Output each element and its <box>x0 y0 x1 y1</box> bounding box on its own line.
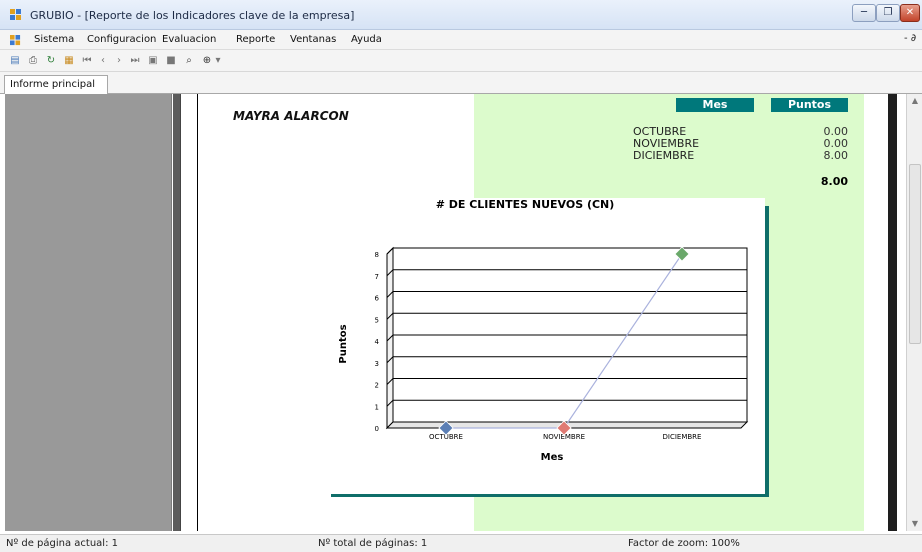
search-icon[interactable]: ⌕ <box>182 54 196 68</box>
chevron-down-icon[interactable]: ▾ <box>214 54 222 68</box>
refresh-icon[interactable]: ↻ <box>44 54 58 68</box>
tab-informe-principal[interactable]: Informe principal <box>4 75 108 94</box>
window-title: GRUBIO - [Reporte de los Indicadores cla… <box>30 9 355 22</box>
current-page-status: Nº de página actual: 1 <box>6 538 118 549</box>
chart-shadow <box>765 206 769 497</box>
report-window: GRUBIO - [Reporte de los Indicadores cla… <box>0 0 922 552</box>
y-tick-label: 3 <box>375 360 379 368</box>
x-tick-label: DICIEMBRE <box>663 433 702 441</box>
mdi-child-icon[interactable] <box>10 35 21 46</box>
menu-reporte[interactable]: Reporte <box>236 34 275 45</box>
y-tick-label: 0 <box>375 425 379 433</box>
chart-title: # DE CLIENTES NUEVOS (CN) <box>436 198 615 211</box>
menu-ayuda[interactable]: Ayuda <box>351 34 382 45</box>
menu-configuracion[interactable]: Configuracion <box>87 34 156 45</box>
next-page-icon[interactable]: › <box>112 54 126 68</box>
y-tick-label: 5 <box>375 316 379 324</box>
group-tree-pane <box>5 94 172 531</box>
page-border-line <box>197 94 198 531</box>
menu-bar: Sistema Configuracion Evaluacion Reporte… <box>0 30 922 50</box>
title-bar[interactable]: GRUBIO - [Reporte de los Indicadores cla… <box>0 0 922 30</box>
close-icon: ✕ <box>905 7 915 18</box>
restore-button[interactable]: ❐ <box>876 4 900 22</box>
y-tick-label: 7 <box>375 273 379 281</box>
x-axis-label: Mes <box>541 452 564 463</box>
y-tick-label: 6 <box>375 295 380 303</box>
tab-strip: Informe principal <box>0 72 922 94</box>
y-tick-label: 8 <box>375 251 379 259</box>
y-tick-label: 1 <box>375 403 379 411</box>
close-button[interactable]: ✕ <box>900 4 920 22</box>
first-page-icon[interactable]: ⏮ <box>80 54 94 68</box>
month-column-header: Mes <box>676 98 754 112</box>
page-right-edge <box>888 94 897 531</box>
stop-icon[interactable]: ■ <box>164 54 178 68</box>
vertical-scrollbar[interactable]: ▲ ▼ <box>906 94 922 531</box>
y-axis-label: Puntos <box>338 324 349 363</box>
goto-page-icon[interactable]: ▣ <box>146 54 160 68</box>
table-row-points: 8.00 <box>823 149 849 162</box>
scrollbar-thumb[interactable] <box>909 164 921 344</box>
y-tick-label: 4 <box>375 338 380 346</box>
menu-sistema[interactable]: Sistema <box>34 34 74 45</box>
y-tick-label: 2 <box>375 382 379 390</box>
menu-ventanas[interactable]: Ventanas <box>290 34 336 45</box>
employee-name: MAYRA ALARCON <box>233 109 349 123</box>
chart-shadow <box>331 494 769 497</box>
status-bar: Nº de página actual: 1 Nº total de págin… <box>0 534 922 552</box>
group-tree-icon[interactable]: ▦ <box>62 54 76 68</box>
minimize-button[interactable]: ─ <box>852 4 876 22</box>
last-page-icon[interactable]: ⏭ <box>128 54 142 68</box>
export-icon[interactable]: ▤ <box>8 54 22 68</box>
mdi-window-controls[interactable]: - ∂ <box>904 33 916 44</box>
restore-icon: ❐ <box>883 7 893 18</box>
previous-page-icon[interactable]: ‹ <box>96 54 110 68</box>
points-column-header: Puntos <box>771 98 848 112</box>
zoom-icon[interactable]: ⊕ <box>200 54 214 68</box>
chart-grid <box>385 246 749 430</box>
total-pages-status: Nº total de páginas: 1 <box>318 538 428 549</box>
scroll-up-icon[interactable]: ▲ <box>910 96 920 105</box>
app-icon <box>10 9 21 20</box>
print-icon[interactable]: ⎙ <box>26 54 40 68</box>
report-viewer: MAYRA ALARCON Mes Puntos OCTUBRE NOVIEMB… <box>0 94 922 534</box>
table-row-month: DICIEMBRE <box>633 149 695 162</box>
y-axis-ticks: 0 1 2 3 4 5 6 7 8 <box>375 251 380 433</box>
scroll-down-icon[interactable]: ▼ <box>910 519 920 528</box>
points-total: 8.00 <box>820 175 848 188</box>
menu-evaluacion[interactable]: Evaluacion <box>162 34 216 45</box>
report-toolbar: ▤ ⎙ ↻ ▦ ⏮ ‹ › ⏭ ▣ ■ ⌕ ⊕ ▾ <box>0 50 922 72</box>
zoom-status: Factor de zoom: 100% <box>628 538 740 549</box>
clientes-nuevos-chart: # DE CLIENTES NUEVOS (CN) 012345678 OCTU… <box>338 198 749 463</box>
report-page: MAYRA ALARCON Mes Puntos OCTUBRE NOVIEMB… <box>180 94 897 531</box>
minimize-icon: ─ <box>860 7 868 18</box>
